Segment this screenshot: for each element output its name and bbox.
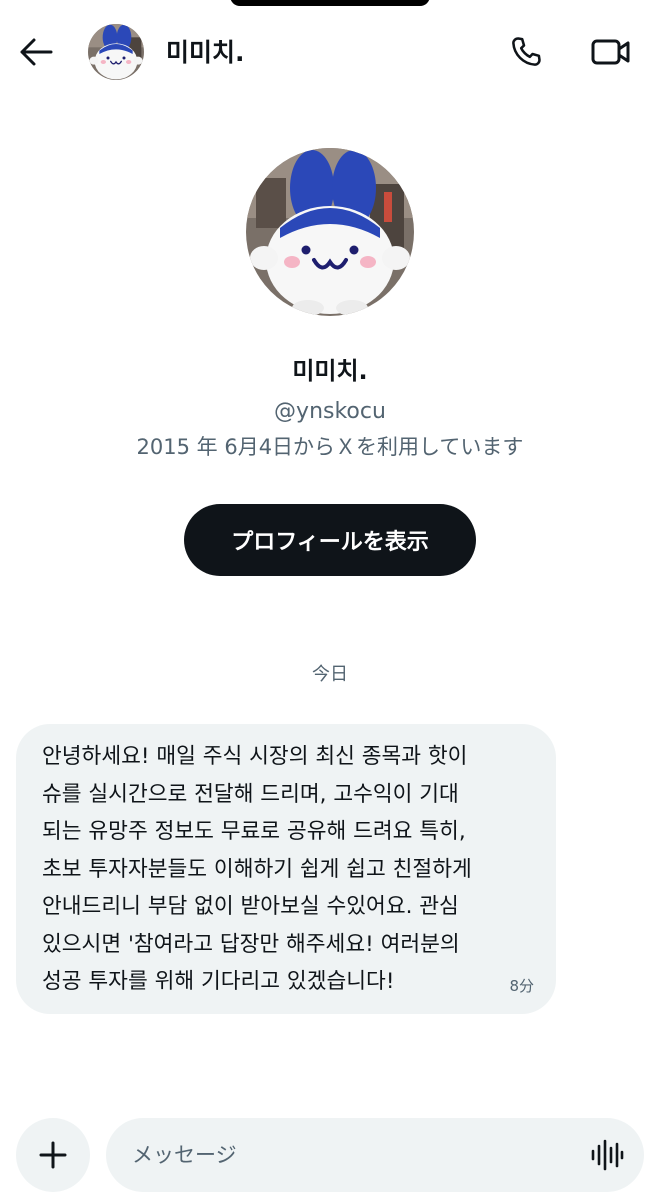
profile-joined-date: 2015 年 6月4日からＸを利用しています [136,435,524,459]
back-button[interactable] [16,32,56,72]
view-profile-button[interactable]: プロフィールを表示 [184,504,476,576]
voice-waveform-icon [591,1139,624,1171]
mascot-avatar-image [88,24,144,80]
video-call-button[interactable] [586,30,636,74]
header-avatar[interactable] [88,24,144,80]
profile-handle: @ynskocu [274,399,386,424]
header-contact-name[interactable]: 미미치. [166,38,245,68]
message-input[interactable] [132,1118,562,1192]
message-timestamp: 8分 [509,977,534,995]
add-attachment-button[interactable] [16,1118,90,1192]
conversation-header: 미미치. [0,0,660,104]
profile-display-name: 미미치. [292,357,368,385]
back-arrow-icon [20,38,53,66]
video-camera-icon [591,39,630,65]
phone-icon [512,37,541,66]
dm-conversation-screen: 미미치. 미미치. @ynskocu 2015 年 6月4日からＸを利用していま… [0,0,660,1200]
received-message-bubble[interactable]: 안녕하세요! 매일 주식 시장의 최신 종목과 핫이 슈를 실시간으로 전달해 … [16,724,556,1014]
voice-message-button[interactable] [588,1136,626,1174]
mascot-avatar-image [246,148,414,316]
plus-icon [39,1141,67,1169]
message-text: 안녕하세요! 매일 주식 시장의 최신 종목과 핫이 슈를 실시간으로 전달해 … [42,744,472,994]
date-separator: 今日 [312,664,348,685]
message-composer [106,1118,644,1192]
profile-avatar[interactable] [246,148,414,316]
voice-call-button[interactable] [504,30,548,74]
